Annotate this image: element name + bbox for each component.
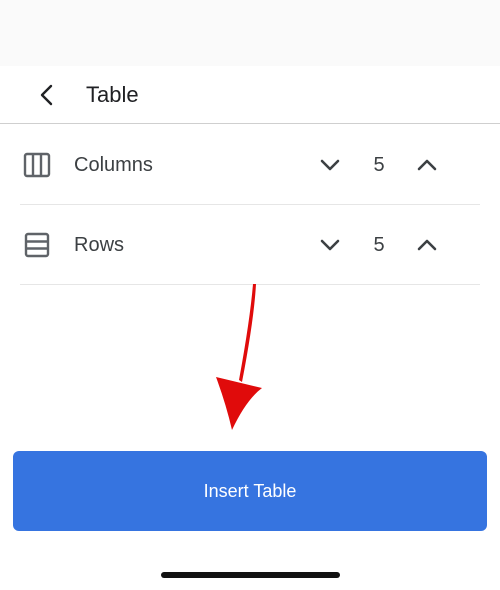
chevron-down-icon [320, 239, 340, 251]
columns-stepper: 5 [316, 145, 442, 185]
rows-row: Rows 5 [20, 205, 480, 285]
rows-label: Rows [74, 234, 125, 256]
insert-table-button[interactable]: Insert Table [13, 451, 487, 531]
columns-increase-button[interactable] [413, 151, 441, 179]
columns-row: Columns 5 [20, 125, 480, 205]
page-title: Table [86, 82, 139, 107]
chevron-up-icon [417, 159, 437, 171]
rows-increase-button[interactable] [413, 231, 441, 259]
rows-value: 5 [373, 234, 385, 256]
rows-icon [24, 232, 50, 258]
red-arrow-annotation [216, 284, 262, 430]
chevron-left-icon [40, 84, 53, 106]
sheet-header: Table [0, 66, 500, 124]
chevron-up-icon [417, 239, 437, 251]
columns-value: 5 [373, 154, 385, 176]
columns-icon [23, 152, 51, 178]
status-area [0, 0, 500, 66]
home-indicator[interactable] [161, 572, 340, 578]
back-button[interactable] [30, 78, 64, 112]
rows-decrease-button[interactable] [316, 231, 344, 259]
columns-decrease-button[interactable] [316, 151, 344, 179]
columns-label: Columns [74, 154, 153, 176]
rows-stepper: 5 [316, 225, 442, 265]
chevron-down-icon [320, 159, 340, 171]
